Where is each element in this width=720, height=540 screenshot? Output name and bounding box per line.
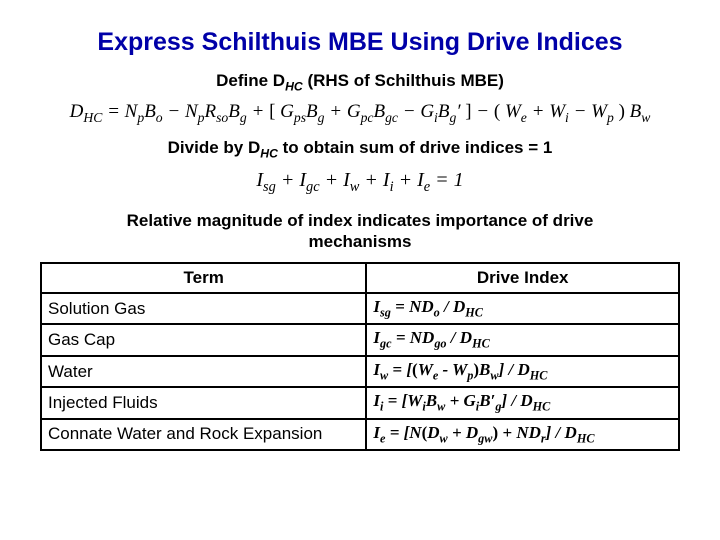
- term-cell: Solution Gas: [41, 293, 366, 324]
- table-row: Connate Water and Rock Expansion Ie = [N…: [41, 419, 679, 450]
- drive-index-cell: Isg = NDo / DHC: [366, 293, 679, 324]
- drive-index-table: Term Drive Index Solution Gas Isg = NDo …: [40, 262, 680, 451]
- table-row: Solution Gas Isg = NDo / DHC: [41, 293, 679, 324]
- term-cell: Water: [41, 356, 366, 387]
- relative-magnitude-note: Relative magnitude of index indicates im…: [80, 210, 640, 253]
- slide: Express Schilthuis MBE Using Drive Indic…: [0, 0, 720, 540]
- divide-by-dhc-heading: Divide by DHC to obtain sum of drive ind…: [40, 138, 680, 160]
- drive-index-cell: Ii = [WiBw + GiB′g] / DHC: [366, 387, 679, 418]
- term-cell: Gas Cap: [41, 324, 366, 355]
- header-drive-index: Drive Index: [366, 263, 679, 293]
- table-row: Water Iw = [(We - Wp)Bw] / DHC: [41, 356, 679, 387]
- dhc-equation: DHC = NpBo − NpRsoBg + [ GpsBg + GpcBgc …: [40, 101, 680, 126]
- drive-index-cell: Igc = NDgo / DHC: [366, 324, 679, 355]
- page-title: Express Schilthuis MBE Using Drive Indic…: [40, 28, 680, 57]
- define-dhc-heading: Define DHC (RHS of Schilthuis MBE): [40, 71, 680, 93]
- term-cell: Injected Fluids: [41, 387, 366, 418]
- drive-indices-sum-equation: Isg + Igc + Iw + Ii + Ie = 1: [40, 169, 680, 196]
- term-cell: Connate Water and Rock Expansion: [41, 419, 366, 450]
- table-row: Injected Fluids Ii = [WiBw + GiB′g] / DH…: [41, 387, 679, 418]
- table-row: Gas Cap Igc = NDgo / DHC: [41, 324, 679, 355]
- drive-index-cell: Iw = [(We - Wp)Bw] / DHC: [366, 356, 679, 387]
- drive-index-cell: Ie = [N(Dw + Dgw) + NDr] / DHC: [366, 419, 679, 450]
- table-header-row: Term Drive Index: [41, 263, 679, 293]
- header-term: Term: [41, 263, 366, 293]
